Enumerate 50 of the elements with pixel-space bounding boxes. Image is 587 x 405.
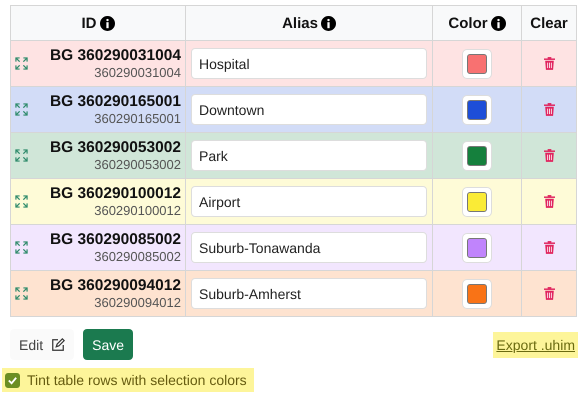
export-link[interactable]: Export .uhim: [493, 332, 578, 358]
edit-icon: [51, 338, 66, 352]
block-group-id: BG 360290165001: [50, 92, 181, 110]
check-icon: [7, 374, 18, 386]
alias-field[interactable]: Hospital: [191, 48, 427, 79]
expand-icon[interactable]: [15, 287, 28, 300]
geoid-text: 360290165001: [94, 110, 181, 126]
expand-icon[interactable]: [15, 57, 28, 70]
color-picker[interactable]: [462, 140, 492, 170]
alias-field[interactable]: Downtown: [191, 94, 427, 125]
color-picker[interactable]: [462, 186, 492, 216]
alias-field[interactable]: Suburb-Amherst: [191, 278, 427, 309]
info-icon[interactable]: [100, 16, 114, 30]
expand-icon[interactable]: [15, 149, 28, 162]
info-icon[interactable]: [320, 16, 336, 30]
block-group-id: BG 360290031004: [50, 46, 181, 64]
trash-icon[interactable]: [544, 194, 554, 208]
edit-button[interactable]: Edit: [10, 329, 74, 360]
alias-field[interactable]: Airport: [191, 186, 427, 217]
alias-field[interactable]: Park: [191, 140, 427, 171]
column-title: Alias: [282, 14, 318, 32]
column-title: Color: [448, 14, 488, 32]
column-title: Clear: [530, 14, 568, 32]
geoid-text: 360290085002: [94, 248, 181, 264]
color-picker[interactable]: [462, 232, 492, 262]
trash-icon[interactable]: [544, 240, 554, 254]
color-picker[interactable]: [462, 94, 492, 124]
block-group-id: BG 360290053002: [50, 138, 181, 156]
checkbox[interactable]: [5, 372, 20, 388]
column-title: ID: [82, 14, 96, 32]
geoid-text: 360290094012: [94, 294, 181, 310]
alias-field[interactable]: Suburb-Tonawanda: [191, 232, 427, 263]
geoid-text: 360290053002: [94, 156, 181, 172]
checkbox-label: Tint table rows with selection colors: [27, 372, 247, 388]
block-group-id: BG 360290100012: [50, 184, 181, 202]
expand-icon[interactable]: [15, 195, 28, 208]
trash-icon[interactable]: [544, 102, 554, 116]
color-picker[interactable]: [462, 48, 492, 78]
trash-icon[interactable]: [544, 286, 554, 300]
expand-icon[interactable]: [15, 103, 28, 116]
expand-icon[interactable]: [15, 241, 28, 254]
color-picker[interactable]: [462, 278, 492, 308]
trash-icon[interactable]: [544, 56, 554, 70]
trash-icon[interactable]: [544, 148, 554, 162]
info-icon[interactable]: [490, 16, 506, 30]
geoid-text: 360290100012: [94, 202, 181, 218]
block-group-id: BG 360290085002: [50, 230, 181, 248]
geoid-text: 360290031004: [94, 64, 181, 80]
block-group-id: BG 360290094012: [50, 276, 181, 294]
save-button[interactable]: Save: [83, 329, 134, 360]
